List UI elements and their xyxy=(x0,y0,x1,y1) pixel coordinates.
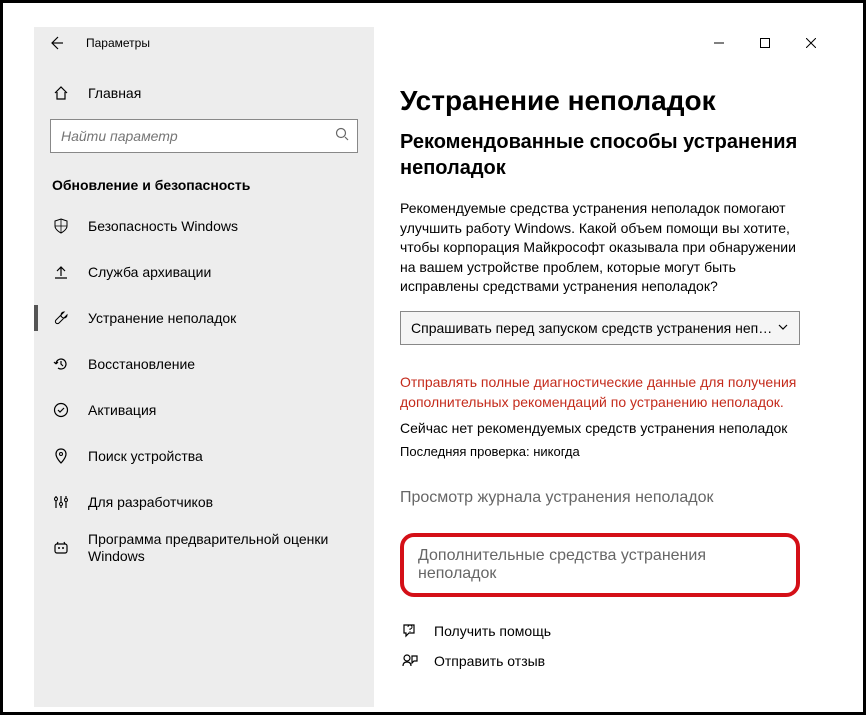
sidebar-item-label: Безопасность Windows xyxy=(88,218,374,235)
location-icon xyxy=(52,447,70,465)
sidebar-item-label: Для разработчиков xyxy=(88,494,374,511)
send-feedback-link[interactable]: Отправить отзыв xyxy=(400,651,800,671)
sidebar-item-label: Поиск устройства xyxy=(88,448,374,465)
wrench-icon xyxy=(52,309,70,327)
sidebar-item-label: Устранение неполадок xyxy=(88,310,374,327)
sidebar-item-activation[interactable]: Активация xyxy=(34,387,374,433)
sidebar-section-title: Обновление и безопасность xyxy=(34,163,374,203)
get-help-label: Получить помощь xyxy=(434,623,551,639)
search-input[interactable] xyxy=(50,119,358,153)
sidebar-item-recovery[interactable]: Восстановление xyxy=(34,341,374,387)
send-feedback-label: Отправить отзыв xyxy=(434,653,545,669)
sidebar-item-troubleshoot[interactable]: Устранение неполадок xyxy=(34,295,374,341)
back-button[interactable] xyxy=(42,29,70,57)
minimize-button[interactable] xyxy=(696,27,742,59)
page-subtitle: Рекомендованные способы устранения непол… xyxy=(400,129,800,181)
page-title: Устранение неполадок xyxy=(400,85,800,117)
chevron-down-icon xyxy=(777,320,789,336)
insider-icon xyxy=(52,539,70,557)
get-help-link[interactable]: Получить помощь xyxy=(400,621,800,641)
sidebar-item-backup[interactable]: Служба архивации xyxy=(34,249,374,295)
home-icon xyxy=(52,84,70,102)
troubleshoot-dropdown[interactable]: Спрашивать перед запуском средств устран… xyxy=(400,311,800,345)
sidebar-item-label: Восстановление xyxy=(88,356,374,373)
sidebar-item-label: Программа предварительной оценки Windows xyxy=(88,531,374,565)
upload-icon xyxy=(52,263,70,281)
sidebar-item-label: Служба архивации xyxy=(88,264,374,281)
no-recommendations-text: Сейчас нет рекомендуемых средств устране… xyxy=(400,420,800,436)
view-history-link[interactable]: Просмотр журнала устранения неполадок xyxy=(400,489,800,507)
sidebar-item-developers[interactable]: Для разработчиков xyxy=(34,479,374,525)
additional-troubleshooters-link[interactable]: Дополнительные средства устранения непол… xyxy=(400,533,800,597)
window-title: Параметры xyxy=(86,36,150,50)
history-icon xyxy=(52,355,70,373)
help-icon xyxy=(400,621,420,641)
close-button[interactable] xyxy=(788,27,834,59)
last-check-text: Последняя проверка: никогда xyxy=(400,444,800,459)
check-circle-icon xyxy=(52,401,70,419)
sidebar-item-find-device[interactable]: Поиск устройства xyxy=(34,433,374,479)
feedback-icon xyxy=(400,651,420,671)
search-icon xyxy=(335,127,349,146)
diagnostic-warning[interactable]: Отправлять полные диагностические данные… xyxy=(400,373,800,412)
sliders-icon xyxy=(52,493,70,511)
shield-icon xyxy=(52,217,70,235)
dropdown-label: Спрашивать перед запуском средств устран… xyxy=(411,320,777,336)
sidebar-item-insider[interactable]: Программа предварительной оценки Windows xyxy=(34,525,374,571)
sidebar-home[interactable]: Главная xyxy=(34,73,374,113)
search-input-field[interactable] xyxy=(61,128,335,144)
sidebar-home-label: Главная xyxy=(88,85,141,101)
sidebar-item-label: Активация xyxy=(88,402,374,419)
maximize-button[interactable] xyxy=(742,27,788,59)
description-text: Рекомендуемые средства устранения непола… xyxy=(400,199,800,297)
sidebar-item-security[interactable]: Безопасность Windows xyxy=(34,203,374,249)
